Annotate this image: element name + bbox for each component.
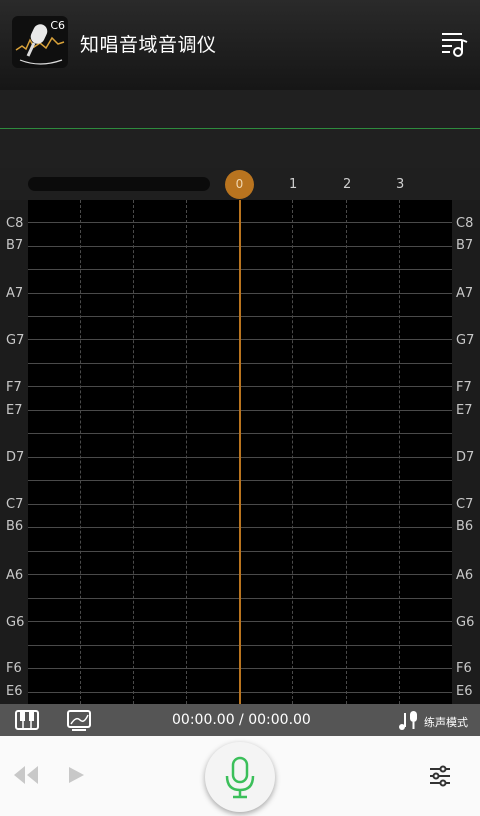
note-label: D7 <box>6 450 25 465</box>
playlist-menu-button[interactable] <box>438 28 470 60</box>
note-label: F7 <box>456 380 472 395</box>
waveform-baseline <box>0 128 480 129</box>
playhead-knob[interactable]: 0 <box>225 170 254 199</box>
timeline-tick: 1 <box>289 177 298 192</box>
pitch-grid-area: C8 B7 A7 G7 F7 E7 D7 C7 B6 A6 G6 F6 E6 C… <box>0 200 480 704</box>
play-icon <box>69 767 84 783</box>
note-label: G7 <box>456 333 475 348</box>
timeline-header: 0 1 2 3 <box>0 168 480 200</box>
progress-bar[interactable] <box>28 177 210 191</box>
note-label: E7 <box>456 403 473 418</box>
timeline-tick: 2 <box>343 177 352 192</box>
beat-line <box>399 200 400 704</box>
note-label: G7 <box>6 333 25 348</box>
beat-line <box>186 200 187 704</box>
record-button[interactable] <box>205 742 275 812</box>
note-label: B6 <box>456 519 474 534</box>
waveform-strip <box>0 90 480 168</box>
beat-line <box>346 200 347 704</box>
note-label: A6 <box>456 568 474 583</box>
note-label: A7 <box>6 286 24 301</box>
playback-controls <box>0 736 480 816</box>
note-label: F7 <box>6 380 22 395</box>
status-bar: 00:00.00 / 00:00.00 练声模式 <box>0 704 480 736</box>
app-bar: C6 知唱音域音调仪 <box>0 0 480 90</box>
microphone-icon <box>225 756 255 799</box>
beat-line <box>292 200 293 704</box>
app-title: 知唱音域音调仪 <box>80 34 217 56</box>
note-label: E6 <box>6 684 23 699</box>
microphone-note-icon <box>399 711 417 730</box>
app-logo: C6 <box>12 16 68 68</box>
playhead-line <box>239 200 241 704</box>
note-label: F6 <box>6 661 22 676</box>
rewind-button[interactable] <box>12 764 40 790</box>
timeline-tick: 3 <box>396 177 405 192</box>
practice-mode-button[interactable] <box>396 708 422 732</box>
play-button[interactable] <box>66 765 86 789</box>
note-label: E7 <box>6 403 23 418</box>
trend-chart-button[interactable] <box>66 708 92 732</box>
piano-icon <box>15 710 39 730</box>
time-readout: 00:00.00 / 00:00.00 <box>172 712 311 728</box>
note-label: G6 <box>456 615 475 630</box>
note-label: A7 <box>456 286 474 301</box>
note-label: E6 <box>456 684 473 699</box>
note-label: C8 <box>6 216 24 231</box>
note-label: A6 <box>6 568 24 583</box>
beat-line <box>80 200 81 704</box>
playlist-music-icon <box>442 33 468 57</box>
note-label: C7 <box>456 497 474 512</box>
pitch-grid[interactable] <box>28 200 452 704</box>
note-label: C7 <box>6 497 24 512</box>
note-label: G6 <box>6 615 25 630</box>
note-label: B7 <box>456 238 474 253</box>
trend-chart-icon <box>67 710 91 731</box>
note-label: B7 <box>6 238 24 253</box>
note-label: B6 <box>6 519 24 534</box>
piano-button[interactable] <box>14 708 40 732</box>
settings-button[interactable] <box>428 764 452 792</box>
note-label: C8 <box>456 216 474 231</box>
rewind-icon <box>14 766 38 784</box>
practice-mode-label[interactable]: 练声模式 <box>424 714 468 730</box>
sliders-icon <box>430 765 450 787</box>
logo-note-label: C6 <box>50 19 65 32</box>
beat-line <box>133 200 134 704</box>
note-label: F6 <box>456 661 472 676</box>
note-label: D7 <box>456 450 475 465</box>
